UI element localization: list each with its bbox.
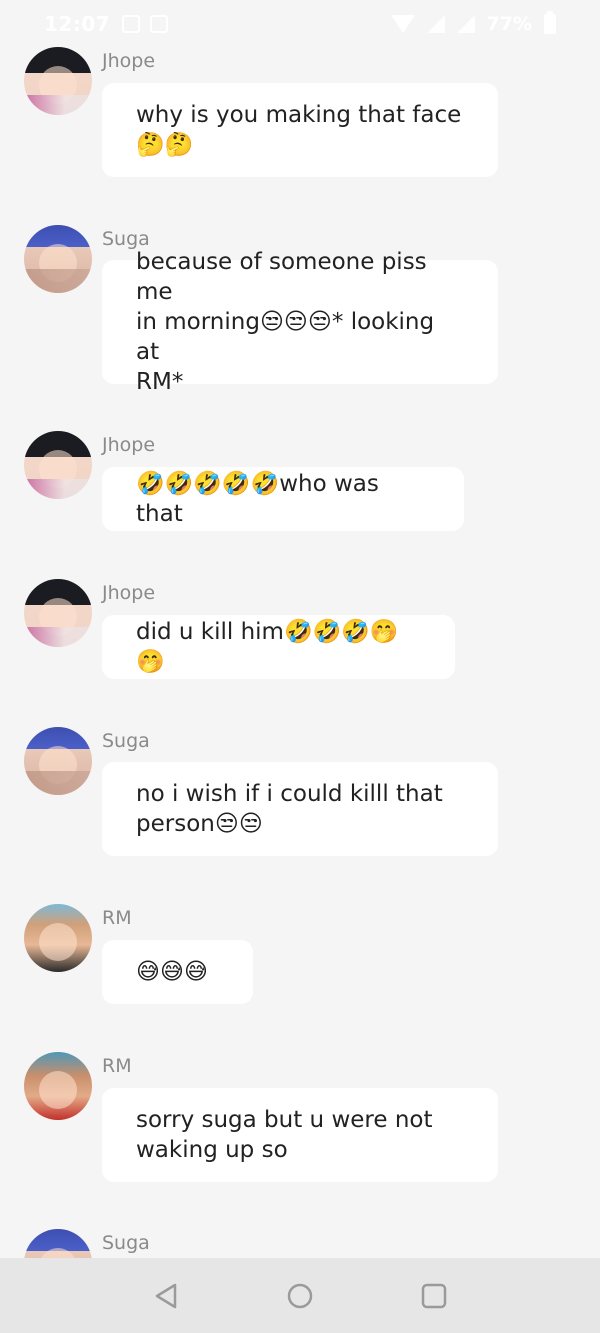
suga-avatar[interactable] [24, 1229, 92, 1258]
rm-avatar[interactable] [24, 904, 92, 972]
recents-button[interactable] [414, 1276, 454, 1316]
jhope-avatar[interactable] [24, 579, 92, 647]
message-text: in morning😒😒😒* looking at [136, 309, 435, 365]
jhope-avatar[interactable] [24, 47, 92, 115]
sender-name: Jhope [102, 582, 156, 604]
message-bubble[interactable]: sorry suga but u were not waking up so [102, 1088, 498, 1182]
message-text: 🤔🤔 [136, 132, 194, 158]
sender-name: Jhope [102, 434, 156, 456]
jhope-avatar[interactable] [24, 431, 92, 499]
message-text: no i wish if i could killl that [136, 781, 443, 807]
message-list[interactable]: Jhope why is you making that face 🤔🤔 Sug… [0, 0, 600, 1258]
message-bubble[interactable]: 🤣🤣🤣🤣🤣who was that [102, 467, 464, 531]
message-text: waking up so [136, 1137, 288, 1163]
sender-name: RM [102, 907, 132, 929]
message-text: did u kill him🤣🤣🤣🤭🤭 [136, 619, 399, 675]
rm-avatar[interactable] [24, 1052, 92, 1120]
back-icon [155, 1283, 177, 1308]
message-text: RM* [136, 369, 184, 395]
back-button[interactable] [146, 1276, 186, 1316]
message-text: 🤣🤣🤣🤣🤣who was that [136, 471, 379, 527]
suga-avatar[interactable] [24, 727, 92, 795]
sender-name: Jhope [102, 50, 156, 72]
message-text: person😒😒 [136, 811, 263, 837]
navigation-bar [0, 1258, 600, 1333]
message-text: why is you making that face [136, 102, 462, 128]
sender-name: RM [102, 1055, 132, 1077]
message-bubble[interactable]: 😅😅😅 [102, 940, 253, 1004]
recents-icon [421, 1283, 447, 1308]
message-text: because of someone piss me [136, 249, 427, 305]
suga-avatar[interactable] [24, 225, 92, 293]
message-bubble[interactable]: did u kill him🤣🤣🤣🤭🤭 [102, 615, 455, 679]
message-text: 😅😅😅 [136, 959, 208, 985]
message-bubble[interactable]: because of someone piss me in morning😒😒😒… [102, 249, 498, 395]
home-button[interactable] [280, 1276, 320, 1316]
message-bubble[interactable]: no i wish if i could killl that person😒😒 [102, 762, 498, 856]
message-text: sorry suga but u were not [136, 1107, 433, 1133]
home-icon [287, 1283, 313, 1308]
sender-name: Suga [102, 730, 150, 752]
sender-name: Suga [102, 1232, 150, 1254]
message-bubble[interactable]: why is you making that face 🤔🤔 [102, 83, 498, 177]
